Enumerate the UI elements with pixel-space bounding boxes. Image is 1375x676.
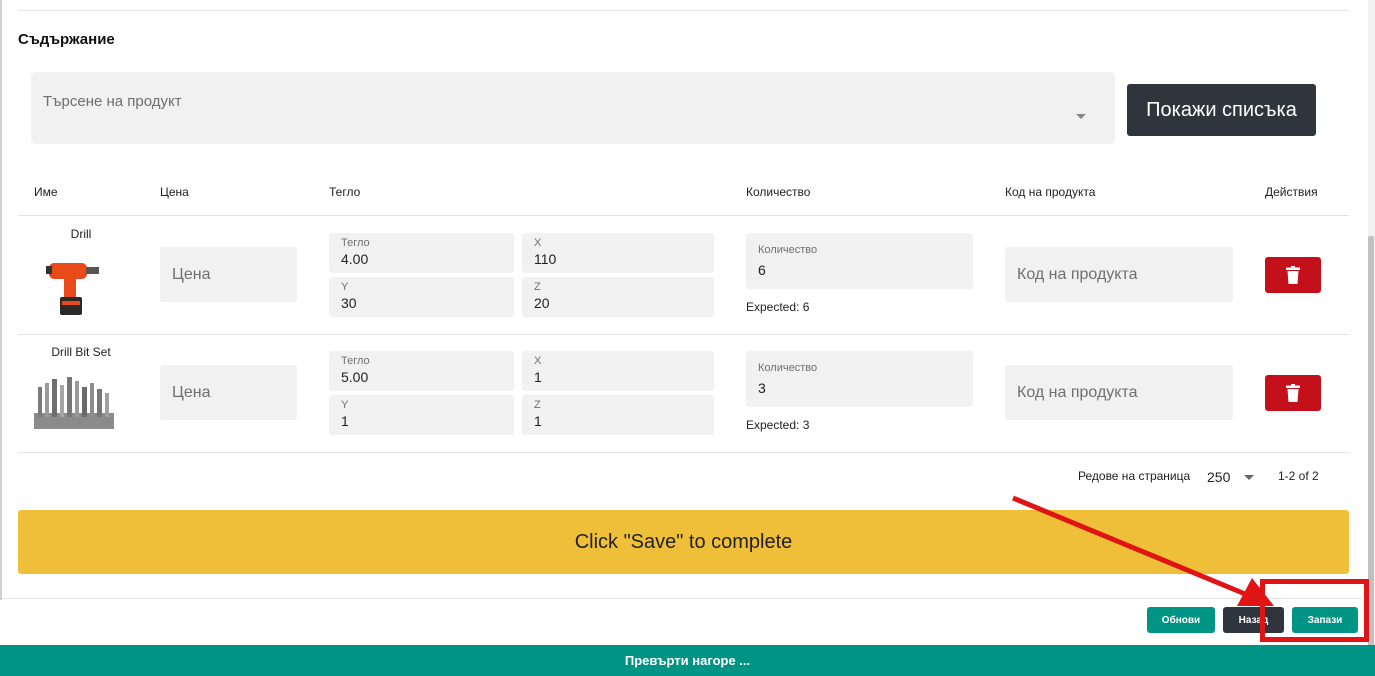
header-product-code: Код на продукта xyxy=(1005,185,1096,199)
header-quantity: Количество xyxy=(746,185,811,199)
save-hint-banner: Click "Save" to complete xyxy=(18,510,1349,574)
y-label: Y xyxy=(341,281,349,293)
caret-down-icon[interactable] xyxy=(1076,114,1086,119)
z-value: 20 xyxy=(534,295,550,311)
product-search-select[interactable]: Търсене на продукт xyxy=(31,72,1115,144)
rows-per-page-select[interactable]: 250 xyxy=(1207,469,1230,485)
x-label: X xyxy=(534,237,542,249)
footer-divider xyxy=(2,598,1362,599)
expected-quantity: Expected: 3 xyxy=(746,418,810,432)
product-name: Drill xyxy=(70,227,92,241)
weight-label: Тегло xyxy=(341,237,370,249)
y-input[interactable]: Y 30 xyxy=(329,277,514,317)
header-weight: Тегло xyxy=(329,185,361,199)
y-value: 1 xyxy=(341,413,349,429)
x-input[interactable]: X 110 xyxy=(522,233,714,273)
refresh-button[interactable]: Обнови xyxy=(1147,607,1215,633)
trash-icon xyxy=(1286,266,1300,284)
price-placeholder: Цена xyxy=(172,383,211,401)
highlight-box xyxy=(1260,579,1369,642)
header-price: Цена xyxy=(160,185,189,199)
y-input[interactable]: Y 1 xyxy=(329,395,514,435)
z-value: 1 xyxy=(534,413,542,429)
show-list-button[interactable]: Покажи списъка xyxy=(1127,84,1316,136)
x-label: X xyxy=(534,355,542,367)
quantity-label: Количество xyxy=(758,362,818,374)
quantity-value: 3 xyxy=(758,380,766,396)
price-placeholder: Цена xyxy=(172,265,211,283)
pagination-range: 1-2 of 2 xyxy=(1278,469,1319,483)
quantity-input[interactable]: Количество 3 xyxy=(746,351,973,407)
section-title: Съдържание xyxy=(18,31,115,48)
expected-quantity: Expected: 6 xyxy=(746,300,810,314)
weight-input[interactable]: Тегло 5.00 xyxy=(329,351,514,391)
product-code-input[interactable]: Код на продукта xyxy=(1005,365,1233,420)
price-input[interactable]: Цена xyxy=(160,365,297,420)
product-name: Drill Bit Set xyxy=(51,345,111,359)
product-search-placeholder: Търсене на продукт xyxy=(43,93,182,110)
scroll-to-top-button[interactable]: Превърти нагоре ... xyxy=(0,645,1375,676)
product-code-input[interactable]: Код на продукта xyxy=(1005,247,1233,302)
x-value: 1 xyxy=(534,369,542,385)
quantity-value: 6 xyxy=(758,262,766,278)
trash-icon xyxy=(1286,384,1300,402)
left-border xyxy=(0,0,2,600)
table-header: Име Цена Тегло Количество Код на продукт… xyxy=(18,172,1349,216)
chevron-down-icon[interactable] xyxy=(1244,475,1254,480)
z-label: Z xyxy=(534,281,541,293)
product-code-placeholder: Код на продукта xyxy=(1017,265,1138,283)
quantity-input[interactable]: Количество 6 xyxy=(746,233,973,289)
top-divider xyxy=(18,10,1349,11)
delete-button[interactable] xyxy=(1265,375,1321,411)
header-name: Име xyxy=(34,185,58,199)
weight-value: 4.00 xyxy=(341,251,369,267)
y-value: 30 xyxy=(341,295,357,311)
table-row: Drill Bit Set Цена Тегло 5.00 X 1 Y 1 Z … xyxy=(18,335,1349,453)
delete-button[interactable] xyxy=(1265,257,1321,293)
z-input[interactable]: Z 20 xyxy=(522,277,714,317)
product-code-placeholder: Код на продукта xyxy=(1017,383,1138,401)
price-input[interactable]: Цена xyxy=(160,247,297,302)
z-label: Z xyxy=(534,399,541,411)
z-input[interactable]: Z 1 xyxy=(522,395,714,435)
drill-image xyxy=(46,263,99,315)
weight-label: Тегло xyxy=(341,355,370,367)
weight-input[interactable]: Тегло 4.00 xyxy=(329,233,514,273)
rows-per-page-label: Редове на страница xyxy=(1078,469,1191,483)
quantity-label: Количество xyxy=(758,244,818,256)
x-input[interactable]: X 1 xyxy=(522,351,714,391)
x-value: 110 xyxy=(534,251,557,267)
y-label: Y xyxy=(341,399,349,411)
header-actions: Действия xyxy=(1265,185,1318,199)
table-row: Drill Цена Тегло 4.00 X 110 Y 30 Z 20 Ко… xyxy=(18,217,1349,335)
drill-bit-set-image xyxy=(34,377,114,429)
weight-value: 5.00 xyxy=(341,369,369,385)
